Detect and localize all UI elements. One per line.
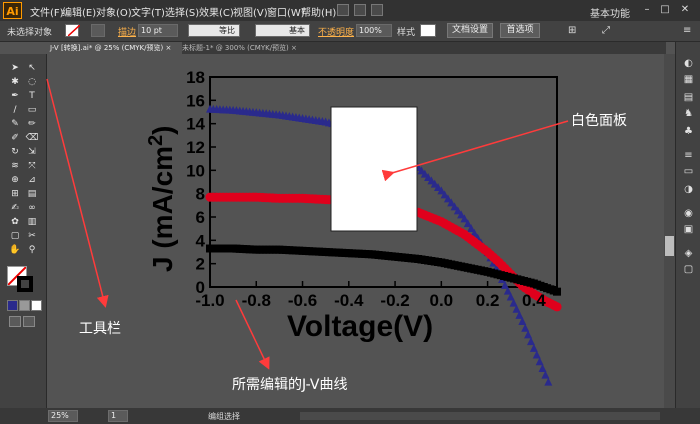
pen-tool-icon[interactable]: ✒ bbox=[8, 90, 22, 102]
y-tick-label: 6 bbox=[196, 208, 205, 227]
x-tick-label: -0.4 bbox=[334, 291, 364, 310]
y-tick-label: 0 bbox=[196, 278, 205, 297]
y-tick-label: 4 bbox=[196, 231, 206, 250]
blend-icon[interactable]: ∞ bbox=[25, 202, 39, 214]
scale-icon[interactable]: ⇲ bbox=[25, 146, 39, 158]
y-axis-title: J (mA/cm2) bbox=[145, 126, 178, 273]
toolbar-arrow bbox=[46, 78, 109, 308]
jv-chart[interactable]: -1.0 -0.8 -0.6 -0.4 -0.2 0.0 0.2 0.402468101214… bbox=[145, 68, 562, 386]
rectangle-tool-icon[interactable]: ▭ bbox=[25, 104, 39, 116]
x-tick-label: -0.2 bbox=[380, 291, 409, 310]
artboard-number-input[interactable]: 1 bbox=[108, 410, 128, 422]
slice-icon[interactable]: ✂ bbox=[25, 230, 39, 242]
stroke-color-swatch[interactable] bbox=[17, 276, 33, 292]
artboard-canvas[interactable]: -1.0 -0.8 -0.6 -0.4 -0.2 0.0 0.2 0.402468101214… bbox=[0, 0, 700, 424]
free-transform-icon[interactable]: ⤧ bbox=[25, 160, 39, 172]
paintbrush-icon[interactable]: ✎ bbox=[8, 118, 22, 130]
tool-grid: ➤ ↖ ✱ ◌ ✒ T / ▭ ✎ ✏ ✐ ⌫ ↻ ⇲ ≋ ⤧ ⊕ ⊿ ⊞ ▤ ✍ ∞ ✿ ▥ ▢ ✂ ✋ ⚲ bbox=[0, 54, 46, 408]
y-tick-label: 8 bbox=[196, 185, 205, 204]
width-tool-icon[interactable]: ≋ bbox=[8, 160, 22, 172]
y-tick-label: 18 bbox=[186, 68, 205, 87]
eyedropper-icon[interactable]: ✍ bbox=[8, 202, 22, 214]
eraser-icon[interactable]: ⌫ bbox=[25, 132, 39, 144]
x-axis-title: Voltage(V) bbox=[287, 310, 433, 343]
annotation-toolbar: 工具栏 bbox=[79, 321, 121, 337]
mesh-icon[interactable]: ⊞ bbox=[8, 188, 22, 200]
x-tick-label: -0.6 bbox=[288, 291, 317, 310]
artboard-icon[interactable]: ▢ bbox=[8, 230, 22, 242]
annotation-curve: 所需编辑的J-V曲线 bbox=[232, 377, 348, 393]
y-tick-label: 16 bbox=[186, 91, 205, 110]
selection-tool-icon[interactable]: ➤ bbox=[8, 62, 22, 74]
x-tick-label: 0.4 bbox=[522, 291, 546, 310]
type-tool-icon[interactable]: T bbox=[25, 90, 39, 102]
x-tick-label: -0.8 bbox=[242, 291, 271, 310]
none-mode-icon[interactable] bbox=[31, 300, 42, 311]
y-tick-label: 12 bbox=[186, 138, 205, 157]
column-graph-icon[interactable]: ▥ bbox=[25, 216, 39, 228]
y-tick-label: 10 bbox=[186, 161, 205, 180]
status-text: 编组选择 bbox=[208, 412, 240, 421]
panel-arrow bbox=[381, 120, 569, 182]
data-point bbox=[552, 302, 562, 312]
perspective-icon[interactable]: ⊿ bbox=[25, 174, 39, 186]
gradient-icon[interactable]: ▤ bbox=[25, 188, 39, 200]
zoom-select[interactable]: 25% bbox=[48, 410, 78, 422]
drawing-mode-icon[interactable] bbox=[9, 316, 21, 327]
pencil-icon[interactable]: ✏ bbox=[25, 118, 39, 130]
horizontal-scrollbar[interactable] bbox=[300, 412, 660, 420]
y-axis-title-group: J (mA/cm2) bbox=[145, 126, 178, 273]
y-tick-label: 2 bbox=[196, 255, 205, 274]
gradient-mode-icon[interactable] bbox=[19, 300, 30, 311]
x-tick-label: 0.2 bbox=[476, 291, 500, 310]
lasso-icon[interactable]: ◌ bbox=[25, 76, 39, 88]
y-tick-label: 14 bbox=[186, 115, 205, 134]
status-bar: 25% 1 编组选择 bbox=[0, 408, 700, 424]
shape-builder-icon[interactable]: ⊕ bbox=[8, 174, 22, 186]
hand-icon[interactable]: ✋ bbox=[8, 244, 22, 256]
blob-brush-icon[interactable]: ✐ bbox=[8, 132, 22, 144]
data-point bbox=[544, 377, 553, 386]
curve-arrow bbox=[235, 299, 270, 370]
data-point bbox=[553, 287, 561, 296]
magic-wand-icon[interactable]: ✱ bbox=[8, 76, 22, 88]
line-tool-icon[interactable]: / bbox=[8, 104, 22, 116]
screen-mode-icon[interactable] bbox=[23, 316, 35, 327]
color-mode-icon[interactable] bbox=[7, 300, 18, 311]
zoom-icon[interactable]: ⚲ bbox=[25, 244, 39, 256]
rotate-icon[interactable]: ↻ bbox=[8, 146, 22, 158]
x-tick-label: 0.0 bbox=[430, 291, 454, 310]
symbol-sprayer-icon[interactable]: ✿ bbox=[8, 216, 22, 228]
annotation-white-panel: 白色面板 bbox=[571, 113, 627, 129]
direct-selection-tool-icon[interactable]: ↖ bbox=[25, 62, 39, 74]
